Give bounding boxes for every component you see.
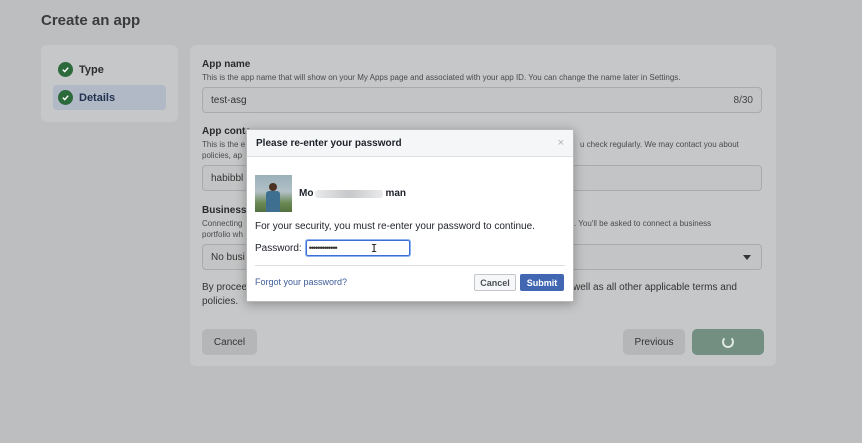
cancel-button[interactable]: Cancel bbox=[202, 329, 257, 355]
terms-text-right: well as all other applicable terms and bbox=[573, 282, 737, 293]
close-icon[interactable]: × bbox=[558, 137, 564, 149]
loading-spinner-icon bbox=[722, 336, 734, 348]
avatar bbox=[255, 175, 292, 212]
forgot-password-link[interactable]: Forgot your password? bbox=[255, 277, 347, 287]
avatar-body bbox=[266, 191, 280, 212]
terms-text: By procee policies. bbox=[202, 281, 247, 309]
chevron-down-icon bbox=[743, 255, 751, 260]
user-name: Mo man bbox=[299, 188, 406, 199]
terms-line1: By procee bbox=[202, 282, 248, 293]
char-counter: 8/30 bbox=[733, 95, 753, 106]
avatar-head bbox=[269, 183, 277, 191]
security-message: For your security, you must re-enter you… bbox=[255, 221, 535, 232]
contact-help: This is the e policies, ap bbox=[202, 139, 245, 161]
contact-label: App conta bbox=[202, 126, 251, 137]
check-circle-icon bbox=[58, 62, 73, 77]
app-name-value: test-asg bbox=[211, 94, 247, 106]
redacted-blur bbox=[315, 189, 384, 198]
previous-button[interactable]: Previous bbox=[623, 329, 685, 355]
contact-help-line2: policies, ap bbox=[202, 151, 243, 160]
text-cursor-icon: I bbox=[370, 242, 378, 255]
app-name-input[interactable]: test-asg 8/30 bbox=[202, 87, 762, 113]
user-name-end: man bbox=[385, 188, 407, 199]
app-name-help: This is the app name that will show on y… bbox=[202, 73, 681, 82]
next-button[interactable] bbox=[692, 329, 764, 355]
password-label: Password: bbox=[255, 242, 302, 254]
dialog-header: Please re-enter your password × bbox=[247, 130, 573, 157]
step-type[interactable]: Type bbox=[53, 57, 166, 82]
step-label: Type bbox=[79, 63, 104, 76]
submit-button[interactable]: Submit bbox=[520, 274, 564, 291]
check-circle-icon bbox=[58, 90, 73, 105]
business-help-line1: Connecting bbox=[202, 219, 243, 228]
password-value: ••••••••••••• bbox=[308, 243, 338, 253]
password-row: Password: ••••••••••••• I bbox=[255, 240, 410, 256]
step-details[interactable]: Details bbox=[53, 85, 166, 110]
business-help-right: s. You'll be asked to connect a business bbox=[570, 219, 712, 228]
password-input[interactable]: ••••••••••••• I bbox=[305, 240, 410, 256]
business-help: Connecting portfolio wh bbox=[202, 218, 243, 240]
reauth-dialog: Please re-enter your password × Mo man F… bbox=[246, 129, 574, 302]
business-help-line2: portfolio wh bbox=[202, 230, 243, 239]
contact-help-line1: This is the e bbox=[202, 140, 246, 149]
app-name-label: App name bbox=[202, 59, 251, 70]
steps-panel: Type Details bbox=[41, 45, 178, 122]
dialog-divider bbox=[255, 265, 565, 266]
business-select-value: No busi bbox=[211, 251, 245, 263]
contact-help-right: u check regularly. We may contact you ab… bbox=[580, 140, 739, 149]
dialog-cancel-button[interactable]: Cancel bbox=[474, 274, 516, 291]
dialog-title: Please re-enter your password bbox=[256, 137, 402, 149]
page-title: Create an app bbox=[41, 12, 141, 29]
terms-line2: policies. bbox=[202, 296, 239, 307]
contact-email-value: habibbl bbox=[211, 172, 244, 184]
user-name-start: Mo bbox=[299, 188, 314, 199]
step-label: Details bbox=[79, 91, 116, 104]
business-label: Business bbox=[202, 205, 247, 216]
